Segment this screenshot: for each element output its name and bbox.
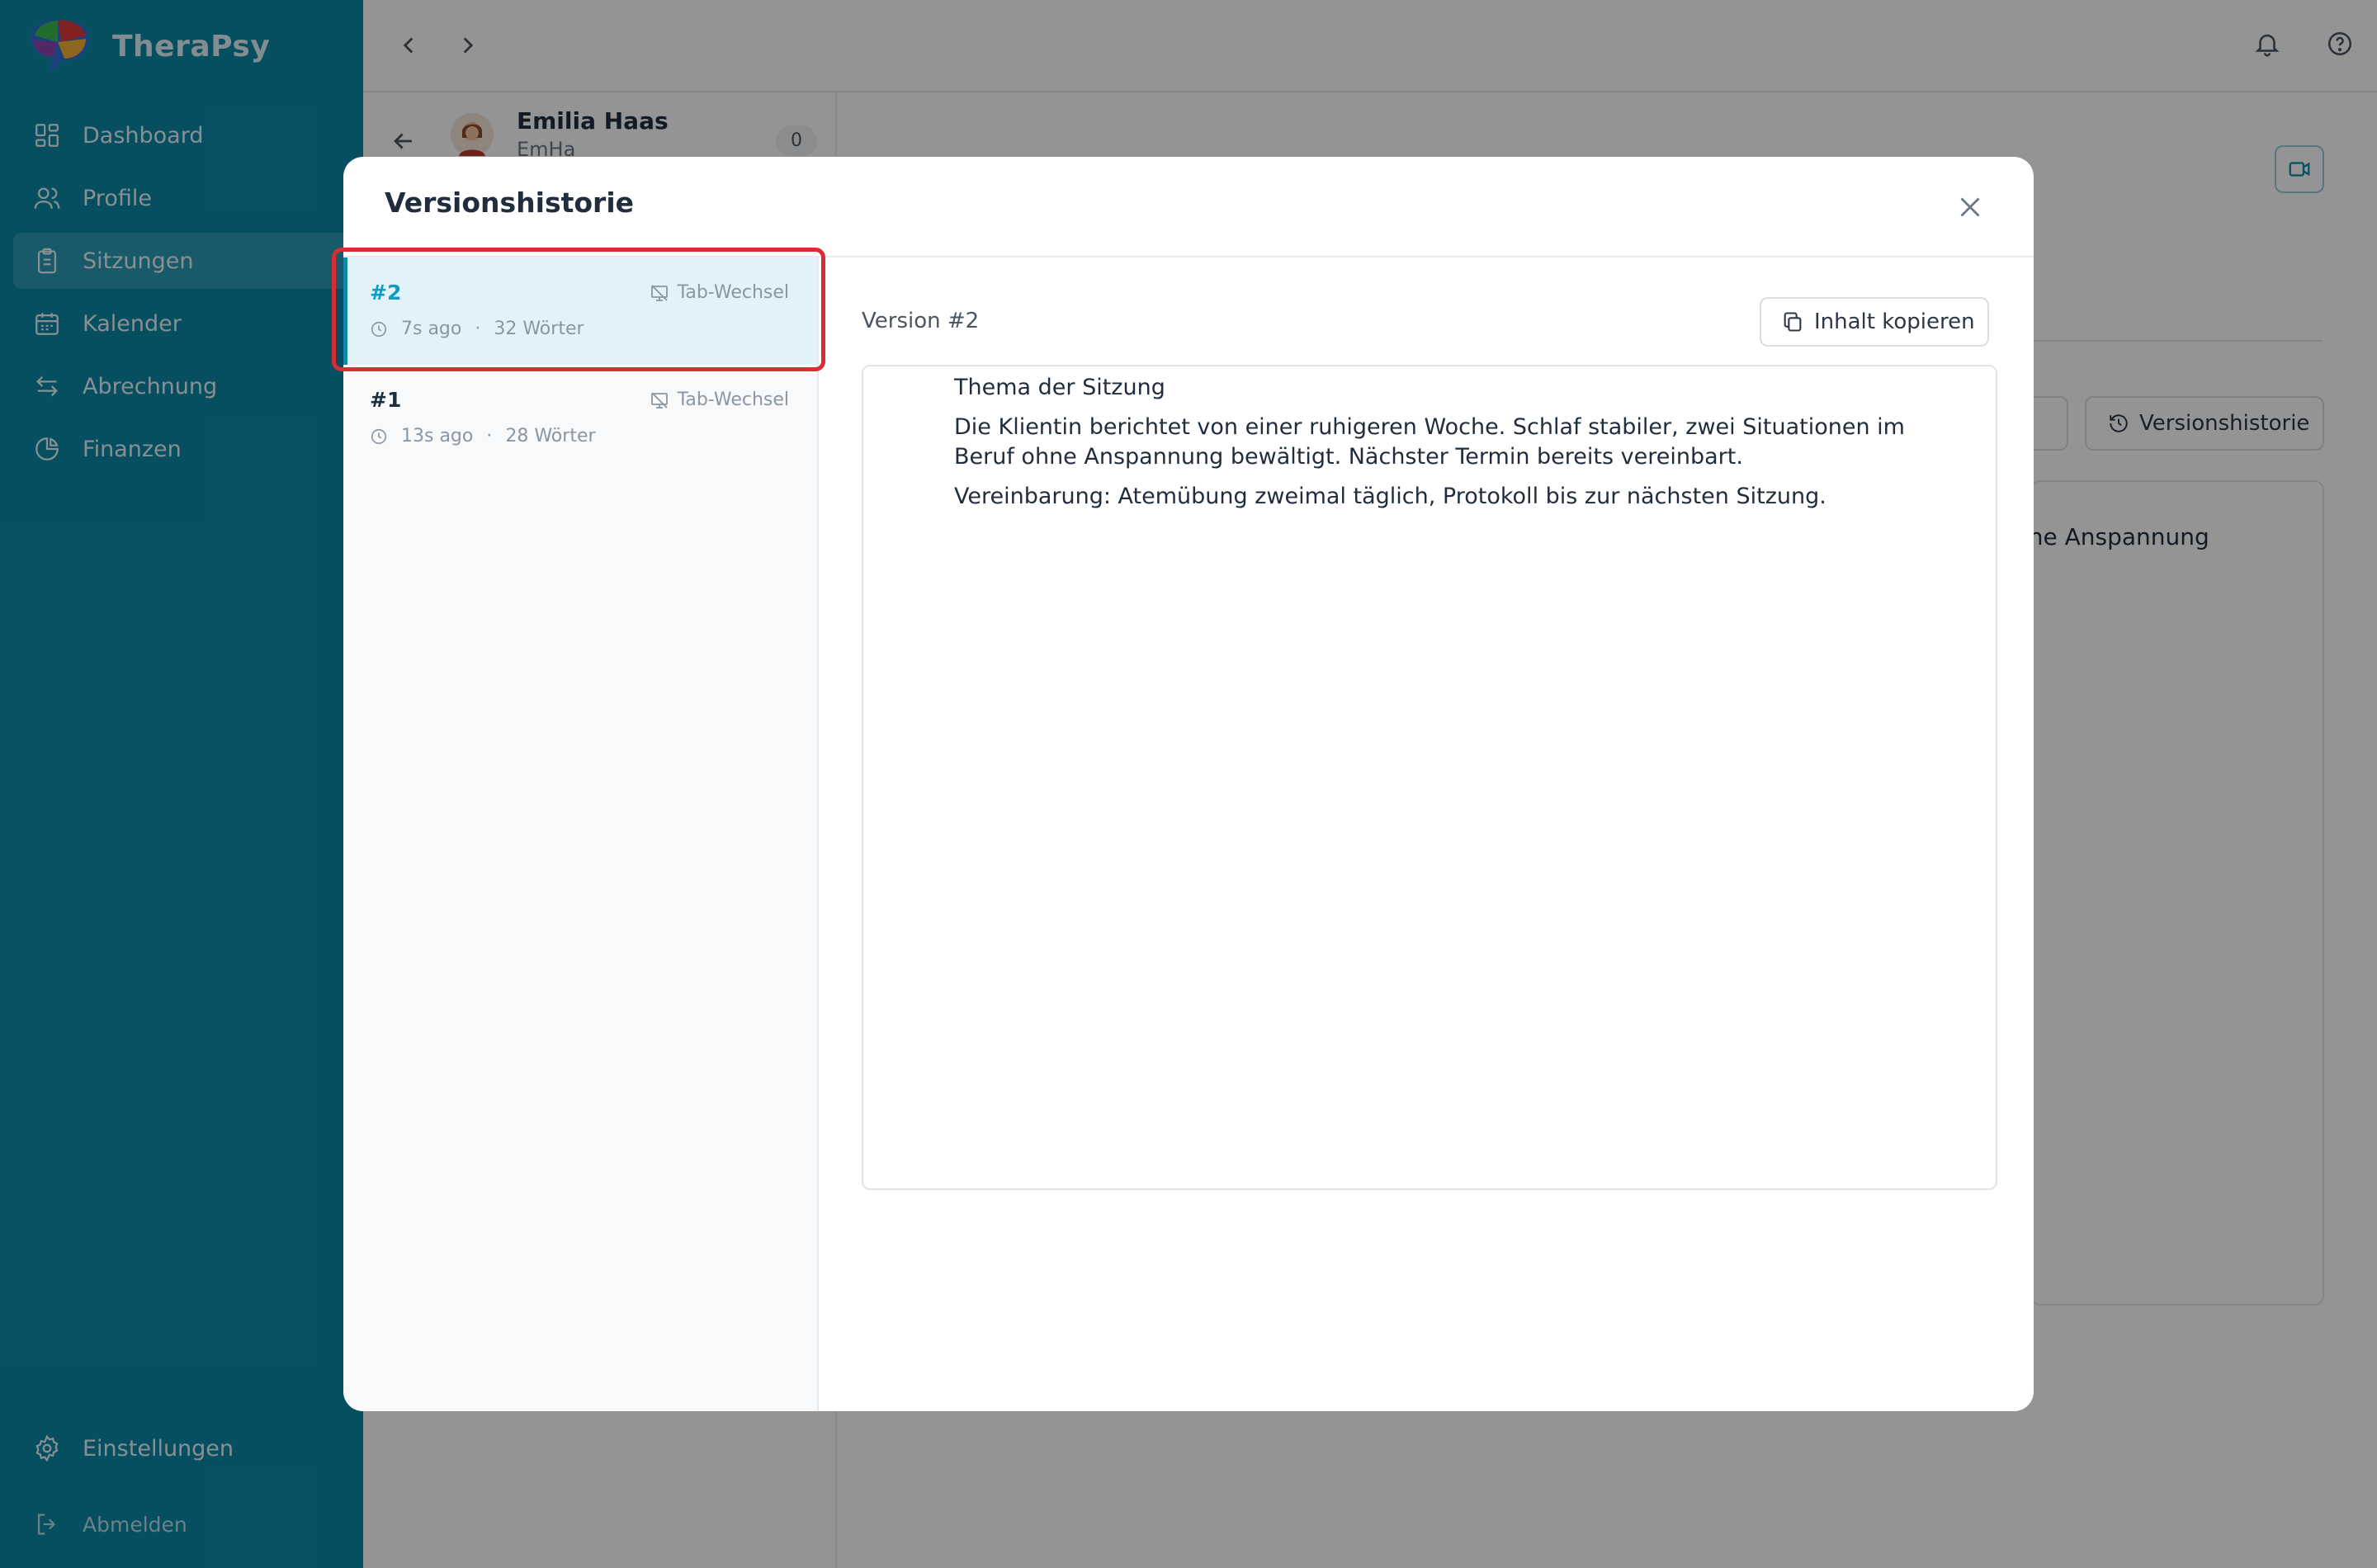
preview-label: Version #2: [862, 309, 980, 333]
preview-heading: Thema der Sitzung: [954, 375, 1165, 400]
preview-paragraph: Die Klientin berichtet von einer ruhiger…: [954, 414, 1905, 470]
version-words: 28 Wörter: [505, 426, 596, 446]
version-item-2[interactable]: #2 Tab-Wechsel 7s ago · 32 Wörter: [343, 257, 817, 365]
close-icon[interactable]: [1953, 190, 1987, 224]
clock-icon: [371, 428, 387, 444]
separator-dot: ·: [486, 426, 493, 446]
version-history-modal: Versionshistorie #2 Tab-Wechsel 7s ago ·…: [343, 157, 2034, 1411]
copy-content-button[interactable]: Inhalt kopieren: [1760, 297, 1989, 347]
separator-dot: ·: [475, 319, 481, 339]
version-meta: 13s ago · 28 Wörter: [370, 426, 596, 446]
copy-icon: [1784, 312, 1802, 332]
screen-off-icon: [650, 391, 668, 409]
version-tag: Tab-Wechsel: [650, 282, 789, 303]
version-age: 7s ago: [401, 319, 462, 339]
copy-content-label: Inhalt kopieren: [1814, 309, 1975, 334]
preview-text: Thema der Sitzung Die Klientin berichtet…: [954, 373, 1945, 522]
preview-paragraph: Vereinbarung: Atemübung zweimal täglich,…: [954, 484, 1826, 509]
version-preview: Version #2 Inhalt kopieren Thema der Sit…: [820, 257, 2034, 1411]
version-number: #1: [370, 388, 402, 412]
version-meta: 7s ago · 32 Wörter: [370, 319, 584, 339]
preview-content-box: Thema der Sitzung Die Klientin berichtet…: [862, 365, 1997, 1190]
screen-off-icon: [650, 284, 668, 301]
version-number: #2: [370, 281, 402, 305]
version-item-1[interactable]: #1 Tab-Wechsel 13s ago · 28 Wörter: [343, 365, 817, 472]
modal-title: Versionshistorie: [385, 187, 635, 219]
version-tag: Tab-Wechsel: [650, 390, 789, 410]
modal-header: Versionshistorie: [343, 157, 2034, 257]
clock-icon: [371, 321, 387, 337]
version-age: 13s ago: [401, 426, 474, 446]
version-words: 32 Wörter: [494, 319, 584, 339]
version-list: #2 Tab-Wechsel 7s ago · 32 Wörter #1 Tab…: [343, 257, 819, 1411]
